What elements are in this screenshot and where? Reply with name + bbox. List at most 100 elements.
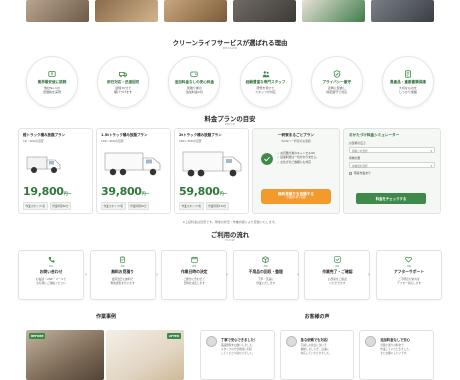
step-number: 04 xyxy=(263,264,268,268)
step-desc: 丁寧・迅速に 作業いたします xyxy=(256,277,276,285)
stairs-checkbox-label: 階段作業あり xyxy=(354,171,371,175)
step-number: 05 xyxy=(335,264,340,268)
chevron-right-icon: › xyxy=(297,272,299,278)
plan-price: 59,800円〜 xyxy=(179,185,227,198)
cases-title: 作業事例 xyxy=(95,314,116,320)
chevron-right-icon: › xyxy=(226,272,228,278)
amount-select[interactable]: 荷物量を選択 xyxy=(349,162,435,168)
review-body: 見積り通りの料金で 作業していただきました。 またお願いしたいです。 xyxy=(380,344,412,356)
flow-step: 05 作業完了・ご確認 お部屋をご確認 いただきます xyxy=(304,250,371,300)
plan-name: 一軒家まるごとプラン xyxy=(278,133,314,137)
flow-step: 04 不用品の回収・整理 丁寧・迅速に 作業いたします xyxy=(232,250,299,300)
plan-bullet: お急ぎのご依頼にも対応 xyxy=(277,160,317,164)
plan-name: 軽トラック積み放題プラン xyxy=(23,133,65,137)
reason-title: 経験豊富な専門スタッフ xyxy=(245,79,286,84)
plans-list: 軽トラック積み放題プラン 1R・1DKの目安 19,800円〜 作業スタッフ1名… xyxy=(18,128,442,218)
step-number: 06 xyxy=(407,264,411,268)
plan-card-house: 一軒家まるごとプラン 3LDK〜一軒家のお客様 お見積り後のキャンセルOK 追加… xyxy=(252,128,340,214)
plan-spec: 1R・1DKの目安 xyxy=(23,139,44,143)
reason-card: 追加料金なしの安心料金 見積り後の 追加料金0円 xyxy=(168,56,221,108)
plan-tag: 作業スタッフ2名 xyxy=(101,202,126,210)
hero-photo-cleaning xyxy=(302,0,365,22)
plan-price: 39,800円〜 xyxy=(101,185,149,198)
after-label: AFTER xyxy=(166,333,181,339)
plan-price-unit: 円〜 xyxy=(63,191,72,196)
step-title: 不用品の回収・整理 xyxy=(248,269,283,274)
price-note: ※上記料金は目安です。現地の状況・作業内容により変動いたします。 xyxy=(182,220,278,224)
plan-tag: 作業時間90分 xyxy=(127,202,150,210)
hero-photo-boxes xyxy=(95,0,158,22)
flow-step: 01 お問い合わせ お電話・LINE・メールで お気軽にご連絡ください xyxy=(18,250,84,300)
step-desc: お電話・LINE・メールで お気軽にご連絡ください xyxy=(35,277,67,285)
request-estimate-label: 無料見積りを依頼する xyxy=(278,191,314,196)
room-size-select[interactable]: 間取りを選択 xyxy=(349,147,435,153)
review-heading: 追加料金なしで安心 xyxy=(380,338,410,342)
plan-name: 2tトラック積み放題プラン xyxy=(179,133,222,137)
reason-title: 追加料金なしの安心料金 xyxy=(174,79,215,84)
review-heading: 急な依頼でも対応！ xyxy=(300,338,331,342)
reviews-title: お客様の声 xyxy=(304,314,330,320)
request-estimate-button[interactable]: 無料見積りを依頼する お電話1本で完結 xyxy=(261,189,331,204)
review-body: 引越しの前日に急いで 依頼しましたが、迅速に 対応していただけました。 xyxy=(300,344,332,356)
plan-spec: 2DK〜3DKの目安 xyxy=(179,139,202,143)
heart-icon xyxy=(405,256,413,263)
reason-title: プライバシー厳守 xyxy=(322,79,352,84)
step-number: 02 xyxy=(120,264,125,268)
plan-bullets: お見積り後のキャンセルOK 追加料金は一切かかりません お急ぎのご依頼にも対応 xyxy=(277,151,317,164)
reason-card: ¥ 業界最安値に挑戦 他社No.1の 低価格を実現 xyxy=(26,56,78,108)
step-number: 01 xyxy=(49,264,53,268)
before-label: BEFORE xyxy=(29,333,46,339)
avatar xyxy=(365,336,377,347)
reason-card: 即日対応・迅速回収 最短30分で 駆けつけます xyxy=(97,56,150,108)
clipboard-icon xyxy=(120,256,126,263)
plan-tag: 作業スタッフ1名 xyxy=(23,202,48,210)
kei-truck-icon xyxy=(26,156,61,173)
reason-desc: 大切なものを しっかり保護 xyxy=(398,86,417,95)
step-title: 無料お見積り xyxy=(111,269,134,274)
reason-title: 業界最安値に挑戦 xyxy=(37,79,67,84)
plan-spec: 3LDK〜一軒家のお客様 xyxy=(281,139,311,143)
truck-1-5t-icon xyxy=(104,152,161,176)
flow-subtitle: FLOW xyxy=(225,238,235,242)
review-heading: 丁寧で安心できました！ xyxy=(221,338,258,342)
price-simulator: おかたづけ料金シミュレーター お部屋の広さ 間取りを選択 荷物の量 荷物量を選択… xyxy=(343,128,441,214)
reason-card: 貴重品・重要書類保護 大切なものを しっかり保護 xyxy=(381,56,434,108)
chevron-right-icon: › xyxy=(156,272,158,278)
shield-icon xyxy=(333,70,340,78)
plan-tags: 作業スタッフ1名 作業時間60分 xyxy=(23,202,72,210)
truck-2t-icon xyxy=(182,151,242,177)
chevron-right-icon: › xyxy=(368,272,370,278)
hero-photo-packing xyxy=(164,0,227,22)
truck-icon xyxy=(119,71,128,77)
before-photo: BEFORE xyxy=(26,330,104,380)
plan-card-2t-truck[interactable]: 2tトラック積み放題プラン 2DK〜3DKの目安 59,800円〜 作業スタッフ… xyxy=(174,128,249,214)
plan-price-amount: 19,800 xyxy=(23,185,64,198)
shield-check-icon xyxy=(261,153,273,165)
plan-card-1-5t-truck[interactable]: 1.5tトラック積み放題プラン 1DK〜2DKの目安 39,800円〜 作業スタ… xyxy=(96,128,171,214)
reason-desc: 見積り後の 追加料金0円 xyxy=(185,86,203,95)
checkbox-box[interactable] xyxy=(349,171,352,175)
step-number: 03 xyxy=(192,264,197,268)
review-card: 追加料金なしで安心 見積り通りの料金で 作業していただきました。 またお願いした… xyxy=(359,330,435,380)
reason-card: 経験豊富な専門スタッフ 研修を受けた スタッフが対応 xyxy=(239,56,292,108)
box-icon xyxy=(262,256,269,263)
step-title: 作業完了・ご確認 xyxy=(322,269,353,274)
reason-title: 貴重品・重要書類保護 xyxy=(389,79,426,84)
phone-icon xyxy=(48,256,55,263)
step-title: アフターサポート xyxy=(393,269,425,274)
document-icon xyxy=(405,70,411,78)
reason-desc: 近隣に配慮し 秘密厳守で対応 xyxy=(326,86,348,95)
check-icon xyxy=(334,256,341,263)
reasons-subtitle: REASON xyxy=(222,46,238,50)
reason-desc: 研修を受けた スタッフが対応 xyxy=(255,86,277,95)
calendar-icon xyxy=(191,256,198,263)
plan-card-kei-truck[interactable]: 軽トラック積み放題プラン 1R・1DKの目安 19,800円〜 作業スタッフ1名… xyxy=(18,128,93,214)
review-card: 急な依頼でも対応！ 引越しの前日に急いで 依頼しましたが、迅速に 対応していただ… xyxy=(279,330,355,380)
step-title: お問い合わせ xyxy=(39,269,63,274)
step-desc: 最短当日に無料で 現地調査を行います xyxy=(110,277,135,285)
step-desc: ご不明点があれば アフター対応します xyxy=(396,277,422,285)
stairs-checkbox[interactable]: 階段作業あり xyxy=(349,171,435,175)
check-price-button[interactable]: 料金をチェックする xyxy=(356,193,426,204)
simulator-room-label: お部屋の広さ xyxy=(349,141,366,145)
review-body: 遺品整理をお願いしました。 スタッフの方が親身に対応 してくださり助かりました。 xyxy=(221,344,255,356)
